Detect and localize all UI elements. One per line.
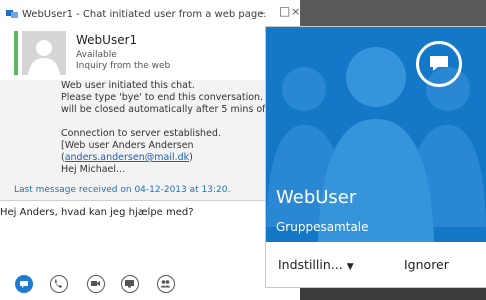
toast-subtitle: Gruppesamtale <box>276 220 369 234</box>
last-message-info: Last message received on 04-12-2013 at 1… <box>14 185 231 195</box>
presence-indicator <box>14 31 18 75</box>
avatar[interactable] <box>22 31 66 75</box>
window-title: WebUser1 - Chat initiated user from a we… <box>22 9 267 20</box>
screen-share-icon[interactable] <box>121 275 139 293</box>
app-icon <box>6 10 18 18</box>
compose-area[interactable]: Hej Anders, hvad kan jeg hjælpe med? <box>0 200 300 263</box>
contact-status: Available <box>76 50 117 60</box>
contact-name[interactable]: WebUser1 <box>76 33 137 47</box>
person-silhouette-icon <box>22 31 66 75</box>
message-line: Connection to server established. <box>61 128 221 139</box>
video-icon[interactable] <box>87 275 105 293</box>
minimize-button[interactable]: – <box>260 6 266 19</box>
contact-card: WebUser1 Available Inquiry from the web <box>14 31 300 75</box>
settings-label: Indstillin... <box>278 257 343 272</box>
phone-icon[interactable] <box>50 275 68 293</box>
compose-input[interactable]: Hej Anders, hvad kan jeg hjælpe med? <box>0 207 194 218</box>
close-button[interactable]: × <box>291 5 300 18</box>
im-icon[interactable] <box>15 275 33 293</box>
ignore-button[interactable]: Ignorer <box>404 257 449 272</box>
desktop-background <box>300 287 486 300</box>
dropdown-arrow-icon: ▼ <box>346 262 354 272</box>
contact-subtitle: Inquiry from the web <box>76 61 171 71</box>
chat-window: WebUser1 - Chat initiated user from a we… <box>0 0 308 300</box>
settings-dropdown[interactable]: Indstillin... ▼ <box>278 257 354 272</box>
toast-caller-name: WebUser <box>276 187 357 208</box>
title-bar: WebUser1 - Chat initiated user from a we… <box>0 0 300 28</box>
conversation-pane[interactable]: Web user initiated this chat. Please typ… <box>0 80 308 200</box>
maximize-button[interactable]: □ <box>279 4 290 18</box>
incoming-chat-toast[interactable]: WebUser Gruppesamtale Indstillin... ▼ Ig… <box>266 27 486 287</box>
toast-actions: Indstillin... ▼ Ignorer <box>266 242 486 287</box>
chat-bubble-icon <box>416 41 462 87</box>
message-line: Hej Michael... <box>61 164 126 175</box>
email-line: (anders.andersen@mail.dk) <box>61 152 193 163</box>
mode-bar <box>0 262 300 300</box>
people-icon[interactable] <box>157 275 175 293</box>
message-line: Web user initiated this chat. <box>61 80 195 91</box>
email-link[interactable]: anders.andersen@mail.dk <box>65 152 189 163</box>
message-line: [Web user Anders Andersen <box>61 140 194 151</box>
